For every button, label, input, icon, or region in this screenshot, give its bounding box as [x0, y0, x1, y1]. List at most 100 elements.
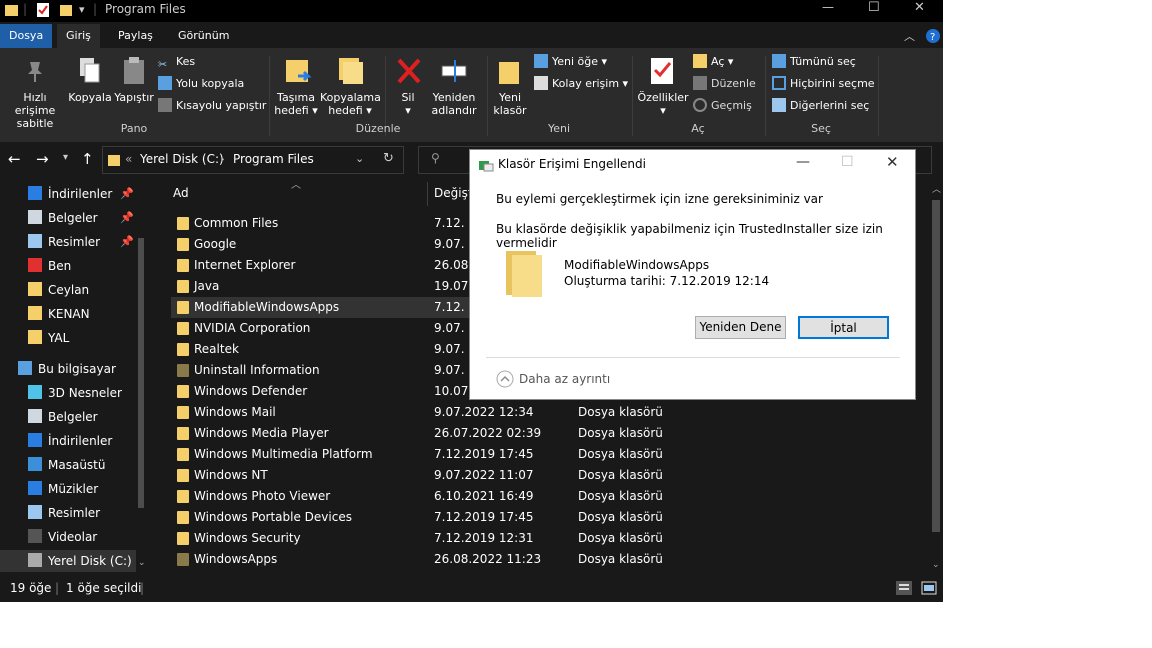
minimize-button[interactable]: — — [822, 0, 834, 14]
cut-button[interactable]: ✂ Kes — [158, 53, 195, 71]
title-separator: | — [93, 2, 98, 16]
new-folder-quick-icon[interactable] — [58, 2, 74, 18]
column-divider[interactable] — [427, 182, 428, 206]
file-row[interactable]: Windows Media Player 26.07.2022 02:39 Dosy… — [171, 423, 911, 444]
help-icon[interactable]: ? — [925, 28, 941, 44]
tab-file[interactable]: Dosya — [0, 24, 53, 48]
tab-home[interactable]: Giriş — [57, 24, 100, 48]
list-scrollbar[interactable]: ︿ ⌄ — [929, 182, 943, 576]
large-icons-view-icon[interactable] — [921, 581, 937, 595]
nav-item-pc[interactable]: Resimler — [28, 502, 100, 524]
nav-item-quick[interactable]: YAL — [28, 327, 69, 349]
history-button[interactable]: Geçmiş — [693, 97, 752, 115]
file-row[interactable]: Windows Security 7.12.2019 12:31 Dosya kla… — [171, 528, 911, 549]
delete-button[interactable]: Sil ▾ — [390, 91, 426, 117]
file-date: 26.08. — [434, 258, 473, 272]
easy-access-button[interactable]: Kolay erişim ▾ — [534, 75, 628, 93]
address-overflow[interactable]: « — [125, 152, 132, 166]
address-dropdown-icon[interactable]: ⌄ — [355, 152, 364, 165]
select-none-label: Hiçbirini seçme — [790, 77, 875, 90]
invert-selection-button[interactable]: Diğerlerini seç — [772, 97, 869, 115]
recent-locations-icon[interactable]: ▾ — [63, 152, 68, 163]
properties-quick-icon[interactable] — [35, 2, 51, 18]
details-view-icon[interactable] — [896, 581, 912, 595]
nav-item-quick[interactable]: KENAN — [28, 303, 90, 325]
delete-icon — [397, 58, 421, 84]
paste-button[interactable]: Yapıştır — [113, 91, 155, 104]
nav-item-pc[interactable]: Müzikler — [28, 478, 98, 500]
maximize-button[interactable]: ☐ — [868, 0, 880, 15]
pinned-icon[interactable]: 📌 — [120, 207, 134, 229]
tab-view[interactable]: Görünüm — [169, 24, 238, 48]
pinned-icon[interactable]: 📌 — [120, 231, 134, 253]
copy-to-button[interactable]: Kopyalama hedefi ▾ — [320, 91, 381, 117]
new-folder-button[interactable]: Yeni klasör — [488, 91, 532, 117]
select-all-button[interactable]: Tümünü seç — [772, 53, 856, 71]
select-none-button[interactable]: Hiçbirini seçme — [772, 75, 875, 93]
nav-item-quick[interactable]: Ceylan — [28, 279, 89, 301]
forward-icon[interactable]: → — [36, 150, 49, 168]
copy-path-icon — [158, 76, 172, 90]
new-item-button[interactable]: Yeni öğe ▾ — [534, 53, 607, 71]
less-details-link[interactable]: Daha az ayrıntı — [519, 372, 610, 386]
nav-item-pc[interactable]: Yerel Disk (C:) — [0, 550, 136, 572]
retry-button[interactable]: Yeniden Dene — [695, 316, 786, 339]
file-row[interactable]: Windows Mail 9.07.2022 12:34 Dosya klasörü — [171, 402, 911, 423]
properties-button[interactable]: Özellikler ▾ — [636, 91, 690, 117]
folder-icon — [177, 385, 189, 398]
rename-icon — [441, 60, 467, 82]
nav-scrollbar-thumb[interactable] — [138, 238, 144, 508]
file-name: WindowsApps — [194, 552, 278, 566]
nav-scrollbar[interactable] — [136, 238, 146, 558]
file-row[interactable]: Windows Photo Viewer 6.10.2021 16:49 Dosya… — [171, 486, 911, 507]
nav-item-pc[interactable]: Masaüstü — [28, 454, 105, 476]
move-to-button[interactable]: Taşıma hedefi ▾ — [272, 91, 320, 117]
collapse-ribbon-icon[interactable]: ︿ — [904, 28, 915, 44]
nav-item-pc[interactable]: Belgeler — [28, 406, 98, 428]
nav-item-quick[interactable]: Ben — [28, 255, 71, 277]
column-header-date[interactable]: Değişt — [434, 186, 473, 200]
scroll-up-icon[interactable]: ︿ — [932, 182, 941, 195]
close-button[interactable]: ✕ — [914, 0, 925, 15]
address-segment-drive[interactable]: Yerel Disk (C:) — [140, 152, 224, 166]
nav-item-quick[interactable]: Belgeler 📌 — [28, 207, 134, 229]
file-date: 9.07. — [434, 363, 465, 377]
nav-item-pc[interactable]: İndirilenler — [28, 430, 112, 452]
back-icon[interactable]: ← — [8, 150, 21, 168]
cancel-button[interactable]: İptal — [798, 316, 889, 339]
file-row[interactable]: Windows Portable Devices 7.12.2019 17:45 D… — [171, 507, 911, 528]
properties-icon — [651, 58, 673, 84]
address-bar[interactable]: « Yerel Disk (C:) › Program Files ⌄ ↻ — [102, 146, 404, 174]
dialog-minimize-button[interactable]: — — [796, 154, 810, 170]
paste-shortcut-button[interactable]: Kısayolu yapıştır — [158, 97, 266, 115]
nav-item-quick[interactable]: İndirilenler 📌 — [28, 183, 134, 205]
chevron-up-icon[interactable] — [496, 370, 514, 388]
open-button[interactable]: Aç ▾ — [693, 53, 733, 71]
customize-qat-icon[interactable]: ▾ — [79, 3, 85, 16]
file-name: Windows Photo Viewer — [194, 489, 331, 503]
address-segment-folder[interactable]: Program Files — [233, 152, 314, 166]
nav-this-pc[interactable]: Bu bilgisayar — [18, 358, 116, 380]
list-scrollbar-thumb[interactable] — [932, 200, 940, 532]
nav-scroll-down-icon[interactable]: ⌄ — [138, 558, 146, 568]
nav-item-pc[interactable]: 3D Nesneler — [28, 382, 122, 404]
file-name: Windows NT — [194, 468, 268, 482]
column-header-name[interactable]: Ad — [173, 186, 189, 200]
copy-button[interactable]: Kopyala — [68, 91, 112, 104]
up-icon[interactable]: ↑ — [81, 150, 94, 168]
file-row[interactable]: Windows Multimedia Platform 7.12.2019 17:… — [171, 444, 911, 465]
tab-share[interactable]: Paylaş — [109, 24, 162, 48]
dialog-close-button[interactable]: ✕ — [886, 153, 899, 171]
scroll-down-icon[interactable]: ⌄ — [932, 560, 940, 570]
edit-button[interactable]: Düzenle — [693, 75, 756, 93]
folder-icon — [177, 364, 189, 377]
pinned-icon[interactable]: 📌 — [120, 183, 134, 205]
file-row[interactable]: Windows NT 9.07.2022 11:07 Dosya klasörü — [171, 465, 911, 486]
copy-path-button[interactable]: Yolu kopyala — [158, 75, 244, 93]
nav-item-pc[interactable]: Videolar — [28, 526, 97, 548]
rename-button[interactable]: Yeniden adlandır — [428, 91, 480, 117]
file-name: Windows Defender — [194, 384, 308, 398]
nav-item-quick[interactable]: Resimler 📌 — [28, 231, 134, 253]
refresh-icon[interactable]: ↻ — [383, 151, 394, 166]
file-row[interactable]: WindowsApps 26.08.2022 11:23 Dosya klasörü — [171, 549, 911, 570]
